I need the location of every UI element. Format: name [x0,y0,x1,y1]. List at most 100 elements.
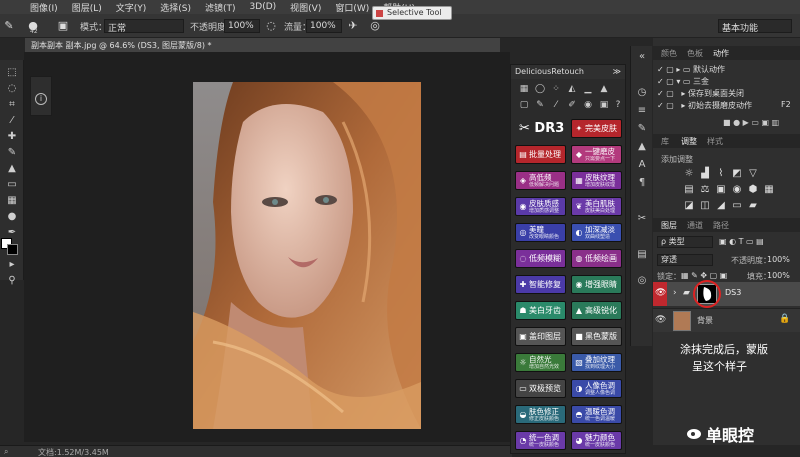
dr3-button-17[interactable]: ☼ 自然光 增加自然光效 [515,353,566,372]
layer-opacity-value[interactable]: 100% [767,255,790,264]
menu-filter[interactable]: 滤镜(T) [205,1,236,14]
dr3-circle-icon[interactable]: ◯ [533,83,547,95]
panel-menu-icon[interactable]: ≫ [613,67,621,76]
layer-filter-icons[interactable]: ▣ ◐ T ▭ ▤ [719,237,764,246]
dr3-button-2[interactable]: ◆ 一键磨皮 只需要点一下 [571,145,622,164]
black-white-icon[interactable]: ▣ [715,184,727,196]
workspace-select[interactable]: 基本功能 [718,19,792,34]
dr3-drop-icon[interactable]: ◭ [565,83,579,95]
dr3-record-icon[interactable]: ◉ [581,99,595,111]
layer-filter-select[interactable]: ρ 类型 [657,236,713,248]
vibrance-icon[interactable]: ▽ [747,168,759,180]
color-lookup-icon[interactable]: ▦ [763,184,775,196]
brightness-icon[interactable]: ☼ [683,168,695,180]
menu-view[interactable]: 视图(V) [290,1,321,14]
blend-mode-select[interactable]: 穿透 [657,254,713,266]
delete-icon[interactable]: ▥ [772,118,780,127]
menu-select[interactable]: 选择(S) [160,1,191,14]
eraser-tool-icon[interactable]: ▭ [4,178,20,192]
dr3-button-14[interactable]: ▲ 高级锐化 [571,301,622,320]
dr3-clip-icon[interactable]: ▣ [597,99,611,111]
paragraph-icon[interactable]: ¶ [635,176,649,190]
document-tab[interactable]: 副本副本 副本.jpg @ 64.6% (DS3, 图层蒙版/8) * [25,38,500,52]
dr3-help-icon[interactable]: ? [611,99,625,111]
marquee-tool-icon[interactable]: ⬚ [4,66,20,80]
mode-select[interactable]: 正常 [104,19,184,34]
dr3-button-15[interactable]: ▣ 盖印图层 [515,327,566,346]
brush-settings-icon[interactable]: ✎ [635,122,649,136]
background-color-swatch[interactable] [7,244,18,255]
lock-icons[interactable]: ▦ ✎ ✥ ▢ ▣ [681,271,727,280]
character-icon[interactable]: A [635,158,649,172]
fill-value[interactable]: 100% [767,271,790,280]
action-retouch[interactable]: ✓ ▢ ▸ 初始去摄磨皮动作 F2 [657,100,797,112]
brush-tool-icon[interactable]: ✎ [2,19,16,33]
dr3-button-24[interactable]: ◕ 魅力颜色 统一皮肤颜色 [571,431,622,450]
dr3-button-13[interactable]: ☗ 美白牙齿 [515,301,566,320]
dr3-button-11[interactable]: ✚ 智能修复 [515,275,566,294]
menu-layer[interactable]: 图层(L) [72,1,102,14]
opacity-input[interactable]: 100% [224,19,260,33]
dr3-button-1[interactable]: ▤ 批量处理 [515,145,566,164]
tab-layers[interactable]: 图层 [661,220,677,231]
dr3-button-12[interactable]: ◉ 增强眼睛 [571,275,622,294]
selective-tool-window[interactable]: Selective Tool [372,6,452,20]
eyedropper-tool-icon[interactable]: ⁄ [4,114,20,128]
pressure-opacity-icon[interactable]: ◌ [264,19,278,33]
zoom-readout[interactable]: ⌕ [4,447,8,457]
action-save-close[interactable]: ✓ ▢ ▸ 保存到桌面关闭 [657,88,797,100]
layer-row-ds3[interactable]: 👁 › ▰ DS3 [653,280,800,308]
check-icon[interactable]: ✓ ▢ ▸ [657,101,688,110]
expand-arrow-icon[interactable]: › [673,288,677,298]
dr3-strip-icon[interactable]: ✂ [635,212,649,226]
history-icon[interactable]: ◷ [635,86,649,100]
new-action-icon[interactable]: ▣ [761,118,771,127]
action-set-default[interactable]: ✓ ▢ ▸ ▭ 默认动作 [657,64,797,76]
properties-icon[interactable]: ≡ [635,104,649,118]
tab-swatches[interactable]: 色板 [687,48,703,59]
dr3-button-4[interactable]: ▦ 皮肤纹理 增加皮肤纹理 [571,171,622,190]
posterize-icon[interactable]: ◫ [699,200,711,212]
dr3-button-5[interactable]: ◉ 皮肤质感 增加质感调整 [515,197,566,216]
exposure-icon[interactable]: ◩ [731,168,743,180]
path-select-tool-icon[interactable]: ▸ [4,258,20,272]
curves-icon[interactable]: ⌇ [715,168,727,180]
stop-icon[interactable]: ■ [723,118,733,127]
tab-libraries[interactable]: 库 [661,136,669,147]
gradient-tool-icon[interactable]: ▦ [4,194,20,208]
check-icon[interactable]: ✓ ▢ ▾ ▭ [657,77,693,86]
tab-paths[interactable]: 路径 [713,220,729,231]
menu-3d[interactable]: 3D(D) [250,2,277,12]
stamp-tool-icon[interactable]: ▲ [4,162,20,176]
check-icon[interactable]: ✓ ▢ ▸ [657,89,688,98]
new-set-icon[interactable]: ▭ [751,118,761,127]
channel-mixer-icon[interactable]: ⬢ [747,184,759,196]
pressure-size-icon[interactable]: ◎ [368,19,382,33]
tab-channels[interactable]: 通道 [687,220,703,231]
lasso-tool-icon[interactable]: ◌ [4,82,20,96]
crop-tool-icon[interactable]: ⌗ [4,98,20,112]
color-balance-icon[interactable]: ⚖ [699,184,711,196]
action-set-sanjin[interactable]: ✓ ▢ ▾ ▭ 三金 [657,76,797,88]
healing-tool-icon[interactable]: ✚ [4,130,20,144]
layer-row-background[interactable]: 👁 背景 🔒 [653,308,800,332]
eye-icon[interactable]: 👁 [655,315,666,325]
tab-adjustments[interactable]: 调整 [681,136,697,147]
swatch-strip-icon[interactable]: ▤ [635,248,649,262]
dr3-button-22[interactable]: ◓ 温暖色调 统一色调温暖 [571,405,622,424]
dr3-brush-icon[interactable]: ✎ [533,99,547,111]
dr3-button-20[interactable]: ◑ 人像色调 调整人像色调 [571,379,622,398]
dr3-button-6[interactable]: ❦ 美白肌肤 皮肤美白处理 [571,197,622,216]
threshold-icon[interactable]: ◢ [715,200,727,212]
dr3-button-3[interactable]: ◈ 高低频 低频解决问题 [515,171,566,190]
photo-filter-icon[interactable]: ◉ [731,184,743,196]
dr3-grid-icon[interactable]: ▦ [517,83,531,95]
tab-actions[interactable]: 动作 [713,48,729,59]
levels-icon[interactable]: ▟ [699,168,711,180]
invert-icon[interactable]: ◪ [683,200,695,212]
dr3-hist-icon[interactable]: ▁ [581,83,595,95]
dr3-button-21[interactable]: ◒ 肤色修正 修正皮肤颜色 [515,405,566,424]
brush-tool-icon[interactable]: ✎ [4,146,20,160]
visibility-toggle[interactable]: 👁 [653,282,667,306]
menu-type[interactable]: 文字(Y) [116,1,147,14]
